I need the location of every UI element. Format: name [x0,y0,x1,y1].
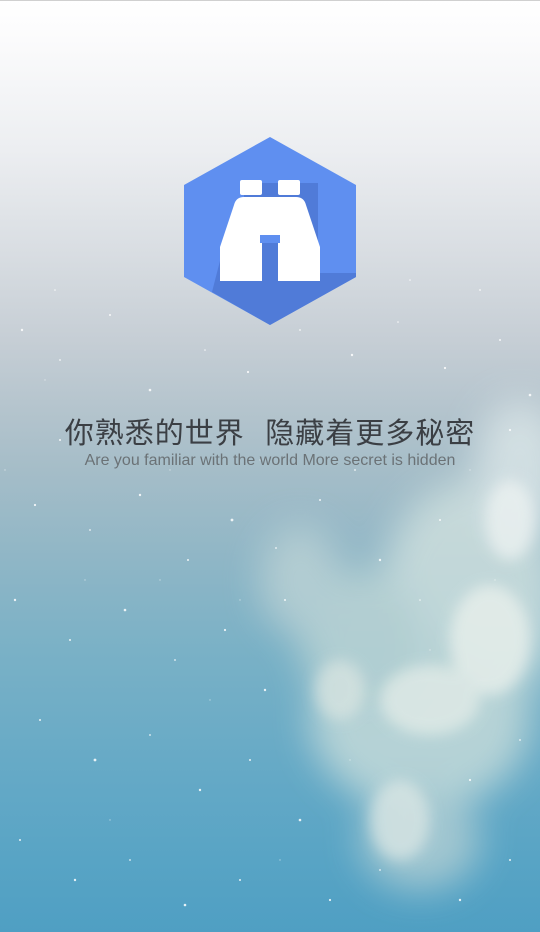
splash-screen: 你熟悉的世界 隐藏着更多秘密 Are you familiar with the… [0,0,540,932]
binoculars-icon [184,137,356,325]
tagline-english: Are you familiar with the world More sec… [84,452,456,469]
tagline-chinese: 你熟悉的世界 隐藏着更多秘密 [64,416,476,450]
